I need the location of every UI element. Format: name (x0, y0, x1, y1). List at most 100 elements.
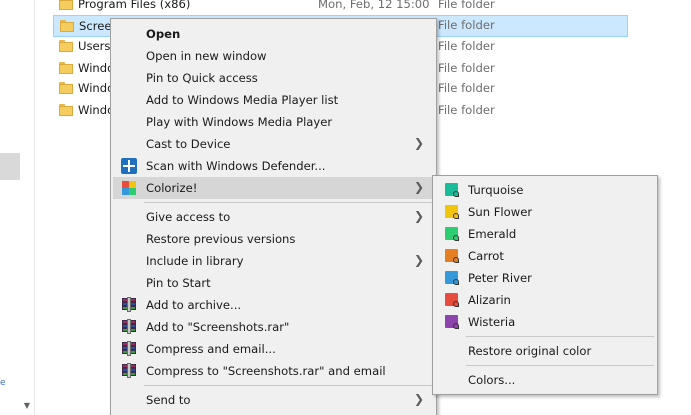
chevron-right-icon: ❯ (413, 209, 424, 223)
navigation-pane[interactable]: e ▼ (0, 0, 35, 415)
chevron-right-icon: ❯ (413, 253, 424, 267)
winrar-icon (121, 363, 137, 379)
folder-icon (59, 104, 73, 116)
menu-separator (144, 385, 434, 386)
color-option-emerald[interactable]: Emerald (435, 223, 655, 245)
menu-separator (466, 336, 654, 337)
menu-item-pin-quick-access[interactable]: Pin to Quick access (113, 67, 434, 89)
color-swatch-icon (445, 293, 459, 307)
menu-separator (144, 202, 434, 203)
color-option-peter-river[interactable]: Peter River (435, 267, 655, 289)
file-type: File folder (438, 81, 495, 95)
menu-item-send-to[interactable]: Send to ❯ (113, 389, 434, 411)
color-option-label: Carrot (468, 249, 504, 263)
menu-item-compress-email[interactable]: Compress and email... (113, 338, 434, 360)
menu-item-label: Include in library (146, 254, 244, 268)
menu-item-label: Compress to "Screenshots.rar" and email (146, 364, 386, 378)
color-swatch-icon (445, 183, 459, 197)
folder-icon (59, 40, 73, 52)
menu-item-add-wmp-list[interactable]: Add to Windows Media Player list (113, 89, 434, 111)
colorize-icon (121, 180, 137, 196)
menu-item-play-wmp[interactable]: Play with Windows Media Player (113, 111, 434, 133)
file-type: File folder (438, 39, 495, 53)
menu-item-label: Send to (146, 393, 191, 407)
file-name: Windo (78, 103, 115, 117)
menu-item-compress-rar-email[interactable]: Compress to "Screenshots.rar" and email (113, 360, 434, 382)
restore-original-color-item[interactable]: Restore original color (435, 340, 655, 362)
folder-icon (59, 82, 73, 94)
menu-item-label: Add to "Screenshots.rar" (146, 320, 290, 334)
menu-item-label: Pin to Quick access (146, 71, 258, 85)
menu-item-label: Colorize! (146, 181, 198, 195)
winrar-icon (121, 341, 137, 357)
color-option-wisteria[interactable]: Wisteria (435, 311, 655, 333)
chevron-right-icon: ❯ (413, 136, 424, 150)
menu-item-restore-versions[interactable]: Restore previous versions (113, 228, 434, 250)
file-type: File folder (438, 18, 495, 32)
windows-defender-icon (121, 158, 137, 174)
chevron-right-icon: ❯ (413, 180, 424, 194)
menu-item-open[interactable]: Open (113, 23, 434, 45)
scroll-down-icon[interactable]: ▼ (22, 401, 32, 411)
file-name: Windo (78, 81, 115, 95)
color-option-label: Alizarin (468, 293, 511, 307)
winrar-icon (121, 319, 137, 335)
menu-item-open-new-window[interactable]: Open in new window (113, 45, 434, 67)
nav-edge-glyph: e (0, 378, 6, 388)
menu-item-label: Add to Windows Media Player list (146, 93, 339, 107)
file-name: Program Files (x86) (78, 0, 191, 11)
color-option-label: Sun Flower (468, 205, 533, 219)
color-option-label: Peter River (468, 271, 532, 285)
menu-item-label: Give access to (146, 210, 231, 224)
menu-item-label: Cast to Device (146, 137, 231, 151)
menu-item-pin-start[interactable]: Pin to Start (113, 272, 434, 294)
color-swatch-icon (445, 205, 459, 219)
file-name: Users (78, 39, 111, 53)
more-colors-item[interactable]: Colors... (435, 369, 655, 391)
file-name: Windo (78, 61, 115, 75)
folder-icon (59, 62, 73, 74)
context-menu: Open Open in new window Pin to Quick acc… (110, 18, 437, 415)
file-type: File folder (438, 61, 495, 75)
menu-item-label: Compress and email... (146, 342, 276, 356)
menu-item-label: Pin to Start (146, 276, 211, 290)
menu-item-label: Add to archive... (146, 298, 242, 312)
file-date: Mon, Feb, 12 15:00 (318, 0, 430, 11)
menu-item-add-rar[interactable]: Add to "Screenshots.rar" (113, 316, 434, 338)
menu-item-label: Open (146, 27, 181, 41)
file-type: File folder (438, 0, 495, 11)
color-option-label: Wisteria (468, 315, 516, 329)
color-option-carrot[interactable]: Carrot (435, 245, 655, 267)
menu-item-include-library[interactable]: Include in library ❯ (113, 250, 434, 272)
color-option-turquoise[interactable]: Turquoise (435, 179, 655, 201)
explorer-window: e ▼ Program Files (x86) Mon, Feb, 12 15:… (0, 0, 691, 415)
menu-item-give-access[interactable]: Give access to ❯ (113, 206, 434, 228)
menu-item-label: Scan with Windows Defender... (146, 159, 326, 173)
menu-item-label: Restore original color (468, 344, 592, 358)
menu-item-scan-defender[interactable]: Scan with Windows Defender... (113, 155, 434, 177)
color-swatch-icon (445, 315, 459, 329)
menu-item-colorize[interactable]: Colorize! ❯ (113, 177, 434, 199)
file-type: File folder (438, 103, 495, 117)
file-row[interactable]: Program Files (x86) Mon, Feb, 12 15:00 F… (53, 0, 628, 16)
color-option-sun-flower[interactable]: Sun Flower (435, 201, 655, 223)
winrar-icon (121, 297, 137, 313)
color-swatch-icon (445, 249, 459, 263)
color-swatch-icon (445, 271, 459, 285)
menu-item-label: Restore previous versions (146, 232, 296, 246)
chevron-right-icon: ❯ (413, 392, 424, 406)
colorize-submenu: Turquoise Sun Flower Emerald Carrot Pete… (432, 175, 658, 395)
color-option-label: Turquoise (468, 183, 524, 197)
nav-selected-item[interactable] (0, 153, 20, 180)
color-option-label: Emerald (468, 227, 517, 241)
menu-item-add-archive[interactable]: Add to archive... (113, 294, 434, 316)
folder-icon (60, 20, 74, 32)
color-swatch-icon (445, 227, 459, 241)
color-option-alizarin[interactable]: Alizarin (435, 289, 655, 311)
menu-item-cast-to-device[interactable]: Cast to Device ❯ (113, 133, 434, 155)
menu-item-label: Open in new window (146, 49, 267, 63)
menu-item-label: Play with Windows Media Player (146, 115, 333, 129)
folder-icon (59, 0, 73, 10)
menu-separator (466, 365, 654, 366)
menu-item-label: Colors... (468, 373, 516, 387)
